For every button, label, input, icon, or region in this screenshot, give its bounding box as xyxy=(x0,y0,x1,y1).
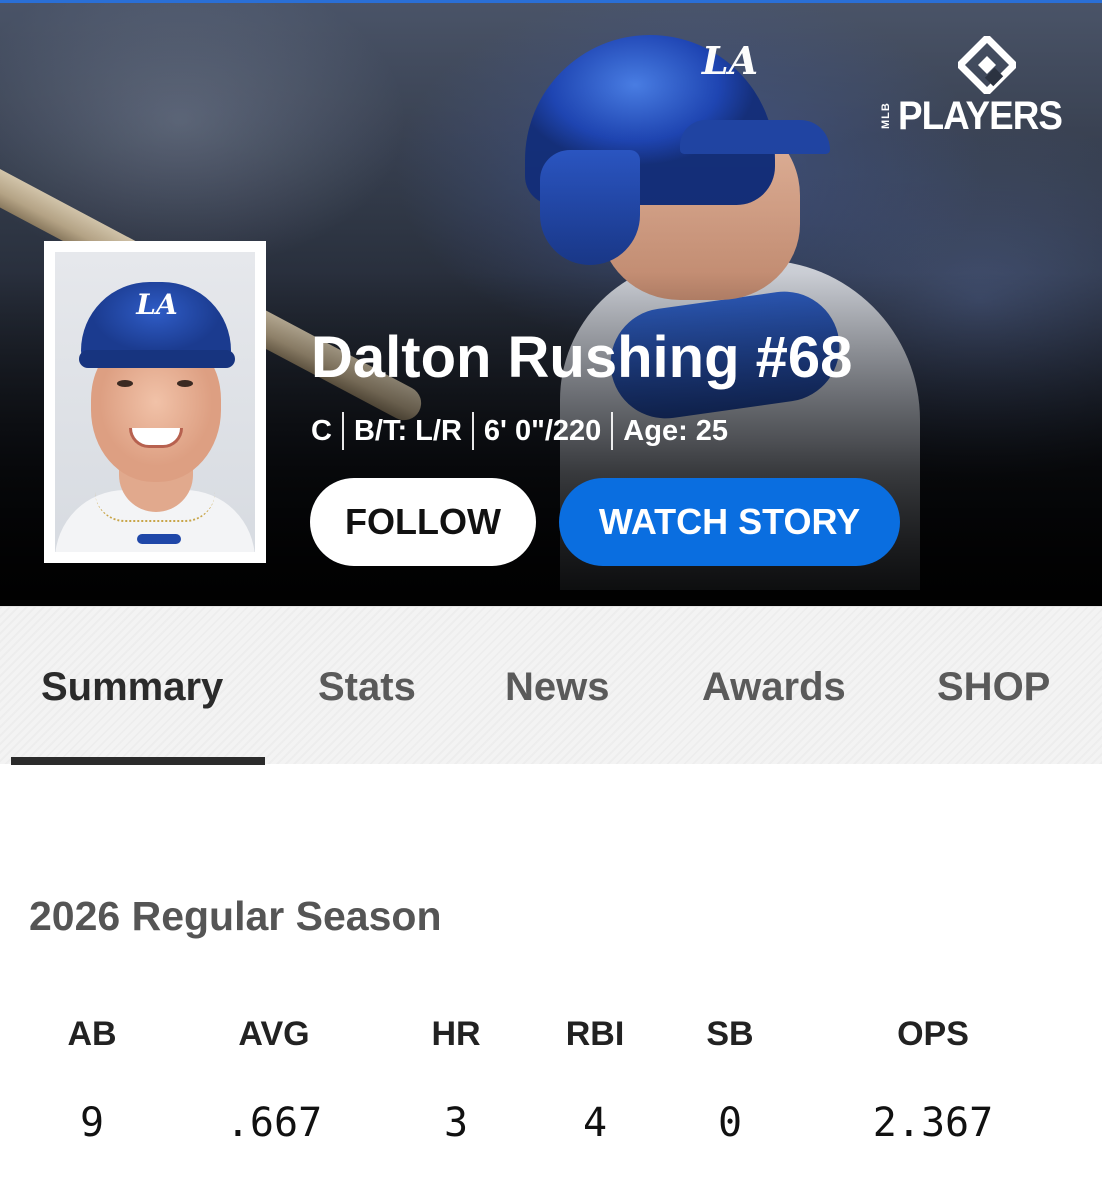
stat-label: OPS xyxy=(897,1015,969,1053)
player-height-weight: 6' 0"/220 xyxy=(483,414,602,447)
tab-awards[interactable]: Awards xyxy=(702,659,846,715)
mlb-players-logo: MLB PLAYERS xyxy=(880,36,1080,138)
stat-label: AB xyxy=(67,1015,117,1053)
bio-divider xyxy=(611,412,614,450)
active-tab-indicator xyxy=(11,757,265,765)
brand-mlb-text: MLB xyxy=(880,102,892,130)
headshot-right-eye xyxy=(177,380,193,387)
tab-shop[interactable]: SHOP xyxy=(937,659,1050,715)
watch-story-button[interactable]: WATCH STORY xyxy=(559,478,900,566)
stat-label: SB xyxy=(706,1015,754,1053)
player-headshot: LA xyxy=(55,252,255,552)
player-position: C xyxy=(311,414,332,447)
players-diamond-icon xyxy=(958,36,1016,94)
player-hero-banner: LA MLB PLAYERS LA Dalton Rushing #68 C xyxy=(0,0,1102,606)
bio-divider xyxy=(341,412,344,450)
tab-stats[interactable]: Stats xyxy=(318,659,416,715)
stat-column-ab: AB 9 xyxy=(12,1012,172,1148)
profile-tab-bar: Summary Stats News Awards SHOP xyxy=(0,606,1102,765)
stat-value: 9 xyxy=(79,1100,105,1146)
stat-value: .667 xyxy=(225,1100,323,1146)
player-headshot-card: LA xyxy=(44,241,266,563)
headshot-cap-brim xyxy=(79,350,235,368)
stat-column-sb: SB 0 xyxy=(650,1012,810,1148)
stat-label: HR xyxy=(431,1015,481,1053)
player-bats-throws: B/T: L/R xyxy=(353,414,462,447)
brand-players-text: PLAYERS xyxy=(898,94,1063,138)
tab-summary[interactable]: Summary xyxy=(41,659,223,715)
stat-column-ops: OPS 2.367 xyxy=(853,1012,1013,1148)
stat-value: 2.367 xyxy=(872,1100,994,1146)
player-age: Age: 25 xyxy=(623,414,729,447)
player-bio-line: C B/T: L/R 6' 0"/220 Age: 25 xyxy=(311,411,728,451)
hero-top-accent-line xyxy=(0,0,1102,3)
stat-value: 3 xyxy=(443,1100,469,1146)
stat-column-avg: AVG .667 xyxy=(194,1012,354,1148)
player-name: Dalton Rushing #68 xyxy=(311,325,853,390)
stat-column-hr: HR 3 xyxy=(376,1012,536,1148)
stat-value: 0 xyxy=(717,1100,743,1146)
season-stats-title: 2026 Regular Season xyxy=(29,893,442,939)
headshot-cap-logo: LA xyxy=(136,288,178,321)
headshot-chain xyxy=(95,492,215,522)
tab-news[interactable]: News xyxy=(505,659,610,715)
headshot-left-eye xyxy=(117,380,133,387)
stat-label: AVG xyxy=(238,1015,310,1053)
follow-button[interactable]: FOLLOW xyxy=(310,478,536,566)
bio-divider xyxy=(471,412,474,450)
headshot-collar xyxy=(137,534,181,544)
